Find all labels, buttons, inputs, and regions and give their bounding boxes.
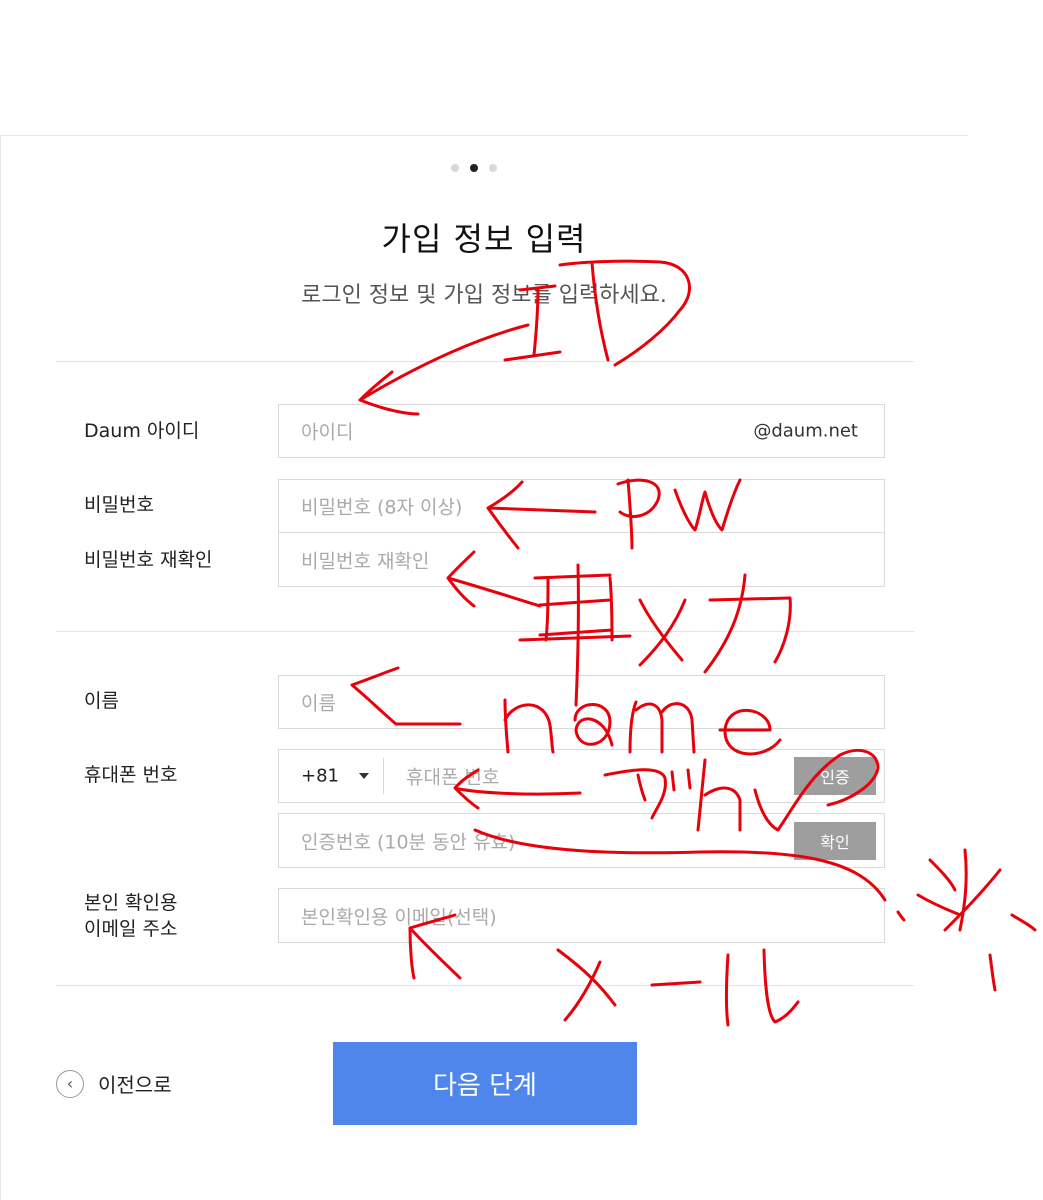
verify-button[interactable]: 인증 (794, 757, 876, 795)
daum-domain-suffix: @daum.net (753, 420, 858, 442)
recovery-email-input[interactable]: 본인확인용 이메일(선택) (278, 888, 885, 943)
password-confirm-input[interactable]: 비밀번호 재확인 (278, 532, 885, 587)
password-confirm-label: 비밀번호 재확인 (84, 549, 213, 571)
recovery-email-label-line2: 이메일 주소 (84, 918, 178, 940)
next-step-button[interactable]: 다음 단계 (333, 1042, 637, 1125)
previous-button[interactable]: ‹ 이전으로 (56, 1069, 172, 1098)
password-placeholder: 비밀번호 (8자 이상) (301, 496, 463, 519)
password-input[interactable]: 비밀번호 (8자 이상) (278, 479, 885, 533)
verification-code-placeholder: 인증번호 (10분 동안 유효) (301, 831, 516, 853)
daum-id-input[interactable]: 아이디 @daum.net (278, 404, 885, 458)
step-dot-2-active (470, 164, 478, 172)
phone-number-input[interactable]: 휴대폰 번호 (406, 763, 499, 790)
handwritten-annotations (350, 259, 1037, 1027)
name-label: 이름 (84, 690, 119, 712)
confirm-code-button[interactable]: 확인 (794, 821, 876, 860)
name-placeholder: 이름 (301, 692, 336, 715)
recovery-email-placeholder: 본인확인용 이메일(선택) (301, 906, 497, 928)
section-divider (56, 361, 914, 362)
annotation-id-arrow (358, 323, 530, 416)
page-title: 가입 정보 입력 (381, 220, 587, 258)
password-confirm-placeholder: 비밀번호 재확인 (301, 550, 430, 572)
top-divider (0, 135, 968, 136)
section-divider (56, 631, 914, 632)
verification-code-input[interactable]: 인증번호 (10분 동안 유효) 확인 (278, 813, 885, 868)
phone-field: +81 휴대폰 번호 인증 (278, 749, 885, 803)
daum-id-label: Daum 아이디 (84, 420, 200, 442)
step-dot-1 (451, 164, 459, 172)
password-label: 비밀번호 (84, 494, 154, 516)
country-code-separator (383, 758, 384, 794)
step-indicator (451, 164, 497, 172)
step-dot-3 (489, 164, 497, 172)
name-input[interactable]: 이름 (278, 675, 885, 729)
recovery-email-label: 본인 확인용 이메일 주소 (84, 890, 177, 942)
previous-label: 이전으로 (98, 1073, 172, 1097)
recovery-email-label-line1: 본인 확인용 (84, 892, 178, 914)
chevron-down-icon[interactable] (359, 773, 369, 779)
page-subtitle: 로그인 정보 및 가입 정보를 입력하세요. (301, 283, 667, 308)
phone-label: 휴대폰 번호 (84, 764, 178, 786)
chevron-left-icon: ‹ (56, 1069, 84, 1098)
daum-id-placeholder: 아이디 (301, 421, 354, 444)
country-code-select[interactable]: +81 (301, 766, 339, 787)
section-divider (56, 985, 914, 986)
annotation-asterisk (896, 848, 1037, 992)
